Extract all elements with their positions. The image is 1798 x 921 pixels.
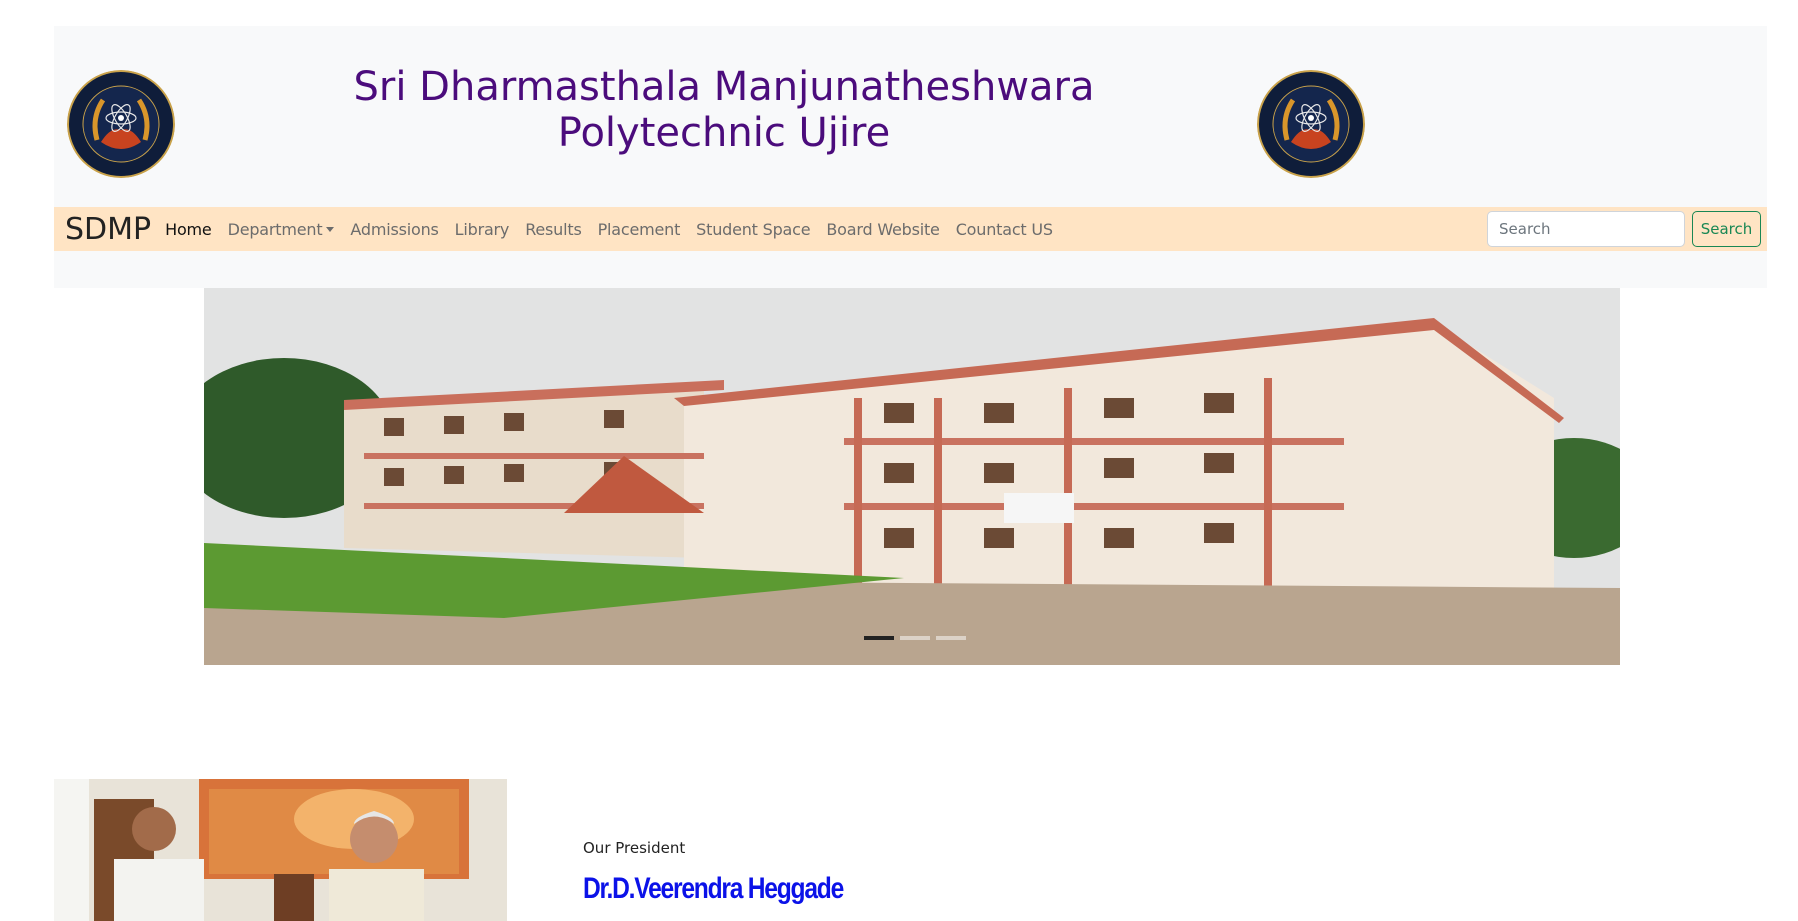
college-title-line2: Polytechnic Ujire xyxy=(557,110,891,156)
nav-item-placement[interactable]: Placement xyxy=(598,220,681,239)
president-label: Our President xyxy=(583,839,686,857)
nav-item-department-label: Department xyxy=(227,219,323,239)
campus-building-image xyxy=(204,288,1620,665)
search-input[interactable] xyxy=(1487,211,1685,247)
page: Sri Dharmasthala Manjunatheshwara Polyte… xyxy=(0,0,1798,921)
carousel-indicator-2[interactable] xyxy=(900,636,930,640)
president-name: Dr.D.Veerendra Heggade xyxy=(583,872,844,905)
college-logo-left xyxy=(67,70,175,178)
nav-item-contact-us[interactable]: Countact US xyxy=(956,220,1053,239)
president-photo xyxy=(54,779,507,921)
nav-item-department[interactable]: Department xyxy=(228,220,335,239)
nav-item-student-space[interactable]: Student Space xyxy=(696,220,810,239)
main-navbar: SDMP Home Department Admissions Library … xyxy=(54,207,1767,251)
college-title: Sri Dharmasthala Manjunatheshwara Polyte… xyxy=(254,64,1194,156)
header-banner: Sri Dharmasthala Manjunatheshwara Polyte… xyxy=(54,26,1767,207)
nav-item-library[interactable]: Library xyxy=(455,220,510,239)
navbar-spacer xyxy=(54,251,1767,288)
nav-item-results[interactable]: Results xyxy=(525,220,582,239)
nav-item-board-website[interactable]: Board Website xyxy=(826,220,939,239)
carousel-indicator-1[interactable] xyxy=(864,636,894,640)
college-logo-right xyxy=(1257,70,1365,178)
nav-item-admissions[interactable]: Admissions xyxy=(350,220,438,239)
navbar-brand[interactable]: SDMP xyxy=(65,212,151,247)
nav-item-home[interactable]: Home xyxy=(165,220,212,239)
college-title-line1: Sri Dharmasthala Manjunatheshwara xyxy=(353,64,1095,110)
carousel-indicator-3[interactable] xyxy=(936,636,966,640)
campus-carousel[interactable] xyxy=(204,288,1620,665)
chevron-down-icon xyxy=(326,226,335,232)
carousel-indicators xyxy=(864,636,966,640)
search-button[interactable]: Search xyxy=(1692,211,1761,247)
